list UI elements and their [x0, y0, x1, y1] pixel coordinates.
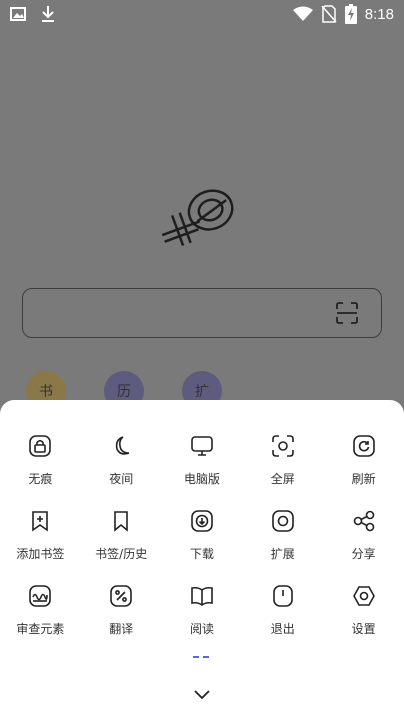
menu-item-label: 审查元素	[16, 622, 65, 636]
status-bar: 8:18	[0, 0, 404, 28]
menu-row: 审查元素 翻译 阅读 退出 设置	[0, 580, 404, 655]
menu-grid: 无痕 夜间 电脑版 全屏 刷新 添加书签 书签/历史 下载 扩展 分享 审查元素…	[0, 430, 404, 655]
menu-item-label: 书签/历史	[95, 547, 148, 561]
settings-icon	[352, 586, 375, 606]
menu-item-label: 翻译	[109, 622, 134, 636]
xq-logo	[161, 189, 234, 246]
menu-item-settings[interactable]: 设置	[323, 580, 404, 655]
shortcut-label: 历	[117, 384, 131, 400]
menu-item-incognito[interactable]: 无痕	[0, 430, 81, 505]
menu-item-share[interactable]: 分享	[323, 505, 404, 580]
menu-item-desktop-mode[interactable]: 电脑版	[162, 430, 243, 505]
search-bar[interactable]	[22, 288, 382, 338]
menu-sheet: 无痕 夜间 电脑版 全屏 刷新 添加书签 书签/历史 下载 扩展 分享 审查元素…	[0, 400, 404, 720]
menu-item-exit[interactable]: 退出	[242, 580, 323, 655]
menu-item-extensions[interactable]: 扩展	[242, 505, 323, 580]
page-dot	[193, 656, 199, 658]
refresh-icon	[352, 435, 375, 457]
menu-item-label: 分享	[351, 547, 376, 561]
menu-item-fullscreen[interactable]: 全屏	[242, 430, 323, 505]
book-icon	[191, 586, 213, 606]
shortcut-label: 扩	[195, 384, 209, 400]
shortcut-label: 书	[39, 384, 53, 400]
battery-charging-icon	[344, 4, 357, 24]
page-indicator	[193, 656, 209, 658]
power-icon	[272, 585, 293, 607]
menu-item-downloads[interactable]: 下载	[162, 505, 243, 580]
menu-row: 添加书签 书签/历史 下载 扩展 分享	[0, 505, 404, 580]
moon-icon	[116, 436, 130, 455]
menu-item-label: 扩展	[270, 547, 295, 561]
add-bookmark-icon	[32, 511, 49, 532]
bookmark-icon	[114, 511, 128, 532]
share-icon	[353, 510, 374, 532]
menu-item-bookmarks-history[interactable]: 书签/历史	[81, 505, 162, 580]
status-time: 8:18	[364, 5, 394, 23]
monitor-icon	[191, 436, 213, 456]
browser-home: 书 历 扩	[0, 28, 404, 411]
menu-item-inspect[interactable]: 审查元素	[0, 580, 81, 655]
image-icon	[10, 7, 26, 21]
fullscreen-icon	[271, 435, 294, 457]
menu-item-add-bookmark[interactable]: 添加书签	[0, 505, 81, 580]
lock-icon	[29, 435, 52, 457]
inspect-icon	[29, 585, 52, 607]
menu-item-reader[interactable]: 阅读	[162, 580, 243, 655]
menu-item-label: 夜间	[109, 472, 134, 486]
menu-item-label: 刷新	[351, 472, 376, 486]
menu-row: 无痕 夜间 电脑版 全屏 刷新	[0, 430, 404, 505]
no-sim-icon	[321, 5, 337, 23]
menu-item-translate[interactable]: 翻译	[81, 580, 162, 655]
translate-icon	[110, 585, 132, 607]
page-dot	[203, 656, 209, 658]
menu-item-label: 退出	[270, 622, 295, 636]
download-icon	[191, 510, 213, 532]
menu-item-label: 全屏	[270, 472, 295, 486]
menu-item-label: 电脑版	[183, 472, 220, 486]
menu-item-label: 设置	[351, 622, 376, 636]
extension-icon	[271, 510, 294, 532]
chevron-down-icon[interactable]	[190, 682, 214, 706]
menu-item-label: 阅读	[189, 622, 214, 636]
download-icon	[42, 6, 54, 22]
menu-item-label: 无痕	[28, 472, 53, 486]
menu-item-night-mode[interactable]: 夜间	[81, 430, 162, 505]
scan-icon[interactable]	[335, 301, 359, 325]
menu-item-label: 下载	[189, 547, 214, 561]
menu-item-label: 添加书签	[16, 547, 65, 561]
menu-item-refresh[interactable]: 刷新	[323, 430, 404, 505]
wifi-icon	[292, 6, 313, 21]
